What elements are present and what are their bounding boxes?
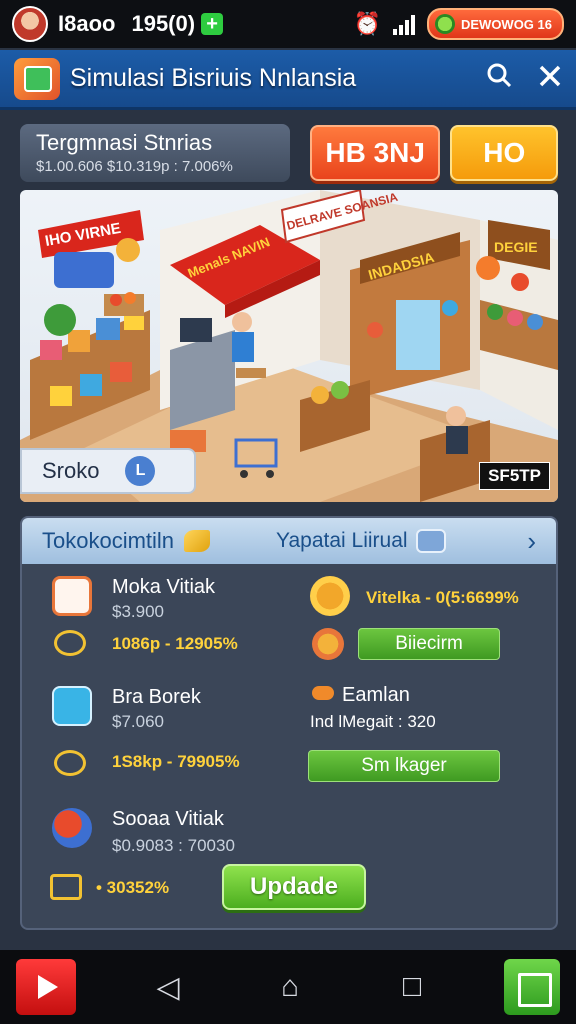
basket-icon xyxy=(52,686,92,726)
event-badge[interactable]: DEWOWOG 16 xyxy=(426,8,564,40)
primary-action-button[interactable]: HB 3NJ xyxy=(309,125,441,181)
item-name: Sooaa Vitiak xyxy=(112,808,224,830)
item-price: $0.9083 : 70030 xyxy=(112,836,235,855)
item-stat: 1S8kp - 79905% xyxy=(112,752,240,771)
store-scene[interactable]: IHO VIRNE Menals NAVIN DELRAVE SOANSIA I… xyxy=(20,190,558,502)
video-app-icon[interactable] xyxy=(16,959,76,1015)
item-price: $3.900 xyxy=(112,602,164,621)
banana-icon xyxy=(184,530,211,552)
update-button[interactable]: Updade xyxy=(222,864,366,910)
signal-icon xyxy=(392,13,415,35)
back-icon[interactable]: ◁ xyxy=(138,970,198,1005)
right-stat: Vitelka - 0(5:6699% xyxy=(366,588,519,607)
store-chip-label: Sroko xyxy=(42,458,100,483)
ticket-icon xyxy=(415,529,446,553)
summary-subtitle: $1.00.606 $10.319p : 7.006% xyxy=(36,158,233,175)
navigation-bar: ◁ ⌂ □ xyxy=(0,950,576,1024)
summary-title: Tergmnasi Stnrias xyxy=(36,130,213,155)
clock-icon: L xyxy=(125,456,156,486)
scene-stamp: SF5TP xyxy=(479,462,550,490)
inventory-panel: Tokokocimtiln Yapatai Liirual › Moka Vit… xyxy=(20,516,558,930)
player-score: 195(0) xyxy=(131,11,196,36)
app-header: Simulasi Bisriuis Nnlansia xyxy=(0,50,576,110)
ind-label: Ind lMegait : 320 xyxy=(310,712,436,731)
tab-tokokocimtiln[interactable]: Tokokocimtiln xyxy=(42,528,174,554)
event-badge-label: DEWOWOG 16 xyxy=(460,16,552,32)
page-title: Simulasi Bisriuis Nnlansia xyxy=(70,64,357,92)
action-button-2[interactable]: Sm lkager xyxy=(308,750,500,782)
item-name: Bra Borek xyxy=(112,686,201,708)
player-name: I8aoo xyxy=(58,11,116,36)
action-button-1[interactable]: Biiecirm xyxy=(358,628,500,660)
sync-icon xyxy=(54,630,86,656)
store-chip[interactable]: Sroko L xyxy=(20,448,196,494)
status-icons: ⏰ DEWOWOG 16 xyxy=(354,8,564,40)
add-currency-button[interactable]: + xyxy=(201,13,224,35)
alarm-icon: ⏰ xyxy=(353,11,381,36)
item-name: Moka Vitiak xyxy=(112,576,216,598)
gallery-app-icon[interactable] xyxy=(504,959,560,1015)
search-icon[interactable] xyxy=(486,62,512,95)
item-price: $7.060 xyxy=(112,712,164,731)
home-icon[interactable]: ⌂ xyxy=(260,970,320,1004)
sync-icon xyxy=(54,750,86,776)
coin-icon xyxy=(312,686,334,700)
chevron-right-icon[interactable]: › xyxy=(527,526,536,557)
globe-icon xyxy=(52,808,92,848)
secondary-action-button[interactable]: HO xyxy=(450,125,559,181)
tab-yapatai[interactable]: Yapatai Liirual xyxy=(276,529,408,553)
item-stat: • 30352% xyxy=(96,878,170,897)
leaf-icon xyxy=(434,14,455,34)
eamlan-label: Eamlan xyxy=(342,684,410,706)
recents-icon[interactable]: □ xyxy=(382,970,442,1004)
gear-icon xyxy=(310,576,350,616)
close-icon[interactable] xyxy=(538,63,562,95)
scene-wall-sign: DEGIE xyxy=(494,239,538,255)
player-avatar[interactable] xyxy=(12,6,48,42)
item-stat: 1086p - 12905% xyxy=(112,634,238,653)
summary-card: Tergmnasi Stnrias $1.00.606 $10.319p : 7… xyxy=(20,124,290,182)
flame-icon xyxy=(312,628,344,660)
status-bar: I8aoo 195(0) + ⏰ DEWOWOG 16 xyxy=(0,0,576,48)
box-icon xyxy=(50,874,82,900)
app-logo xyxy=(14,57,60,100)
panel-header: Tokokocimtiln Yapatai Liirual › xyxy=(22,518,556,564)
moka-icon xyxy=(52,576,92,616)
summary-row: Tergmnasi Stnrias $1.00.606 $10.319p : 7… xyxy=(20,122,559,184)
